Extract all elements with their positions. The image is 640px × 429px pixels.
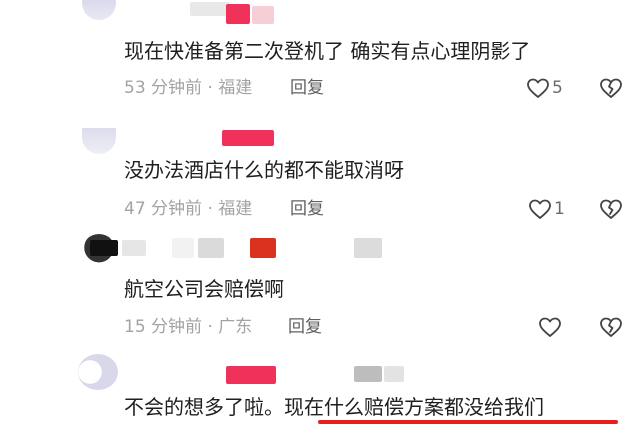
redacted-username [90,240,118,256]
redacted-username [226,366,276,384]
redacted-username [122,240,146,256]
broken-heart-icon[interactable] [598,76,624,100]
redacted-badge [226,4,250,24]
comment-text: 不会的想多了啦。现在什么赔偿方案都没给我们 [124,394,544,420]
heart-outline-icon[interactable] [528,198,552,220]
redacted-username [190,2,230,16]
heart-outline-icon[interactable] [538,316,562,338]
redacted-badge [198,238,224,258]
comment-item: 航空公司会赔偿啊 15 分钟前 · 广东 回复 [0,232,640,350]
redacted-badge [354,238,382,258]
comment-text-plain: 不会的想多了啦。 [124,395,284,419]
redacted-username [222,130,274,146]
redacted-badge [384,366,404,382]
like-count: 1 [554,199,565,219]
comment-item: 没办法酒店什么的都不能取消呀 47 分钟前 · 福建 回复 1 [0,120,640,230]
comment-time-location: 53 分钟前 · 福建 [124,78,253,98]
comment-text-highlight: 现在什么赔偿方案都没给我们 [284,395,544,419]
comment-text: 航空公司会赔偿啊 [124,277,284,301]
reply-button[interactable]: 回复 [290,77,324,99]
comment-text: 没办法酒店什么的都不能取消呀 [124,158,404,182]
redacted-badge [354,366,382,382]
highlight-underline [318,420,618,424]
avatar[interactable] [82,128,116,154]
comment-item: 现在快准备第二次登机了 确实有点心理阴影了 53 分钟前 · 福建 回复 5 [0,0,640,104]
redacted-badge [250,238,276,258]
avatar[interactable] [78,354,118,390]
comment-text: 现在快准备第二次登机了 确实有点心理阴影了 [124,39,531,63]
comment-time-location: 47 分钟前 · 福建 [124,199,253,219]
reply-button[interactable]: 回复 [288,316,322,338]
comment-time-location: 15 分钟前 · 广东 [124,317,253,337]
reply-button[interactable]: 回复 [290,198,324,220]
like-count: 5 [552,78,563,98]
avatar[interactable] [82,0,116,20]
comment-item: 不会的想多了啦。现在什么赔偿方案都没给我们 [0,352,640,429]
redacted-badge [252,6,274,24]
broken-heart-icon[interactable] [598,315,624,339]
broken-heart-icon[interactable] [598,197,624,221]
redacted-badge [172,238,194,258]
heart-outline-icon[interactable] [526,77,550,99]
